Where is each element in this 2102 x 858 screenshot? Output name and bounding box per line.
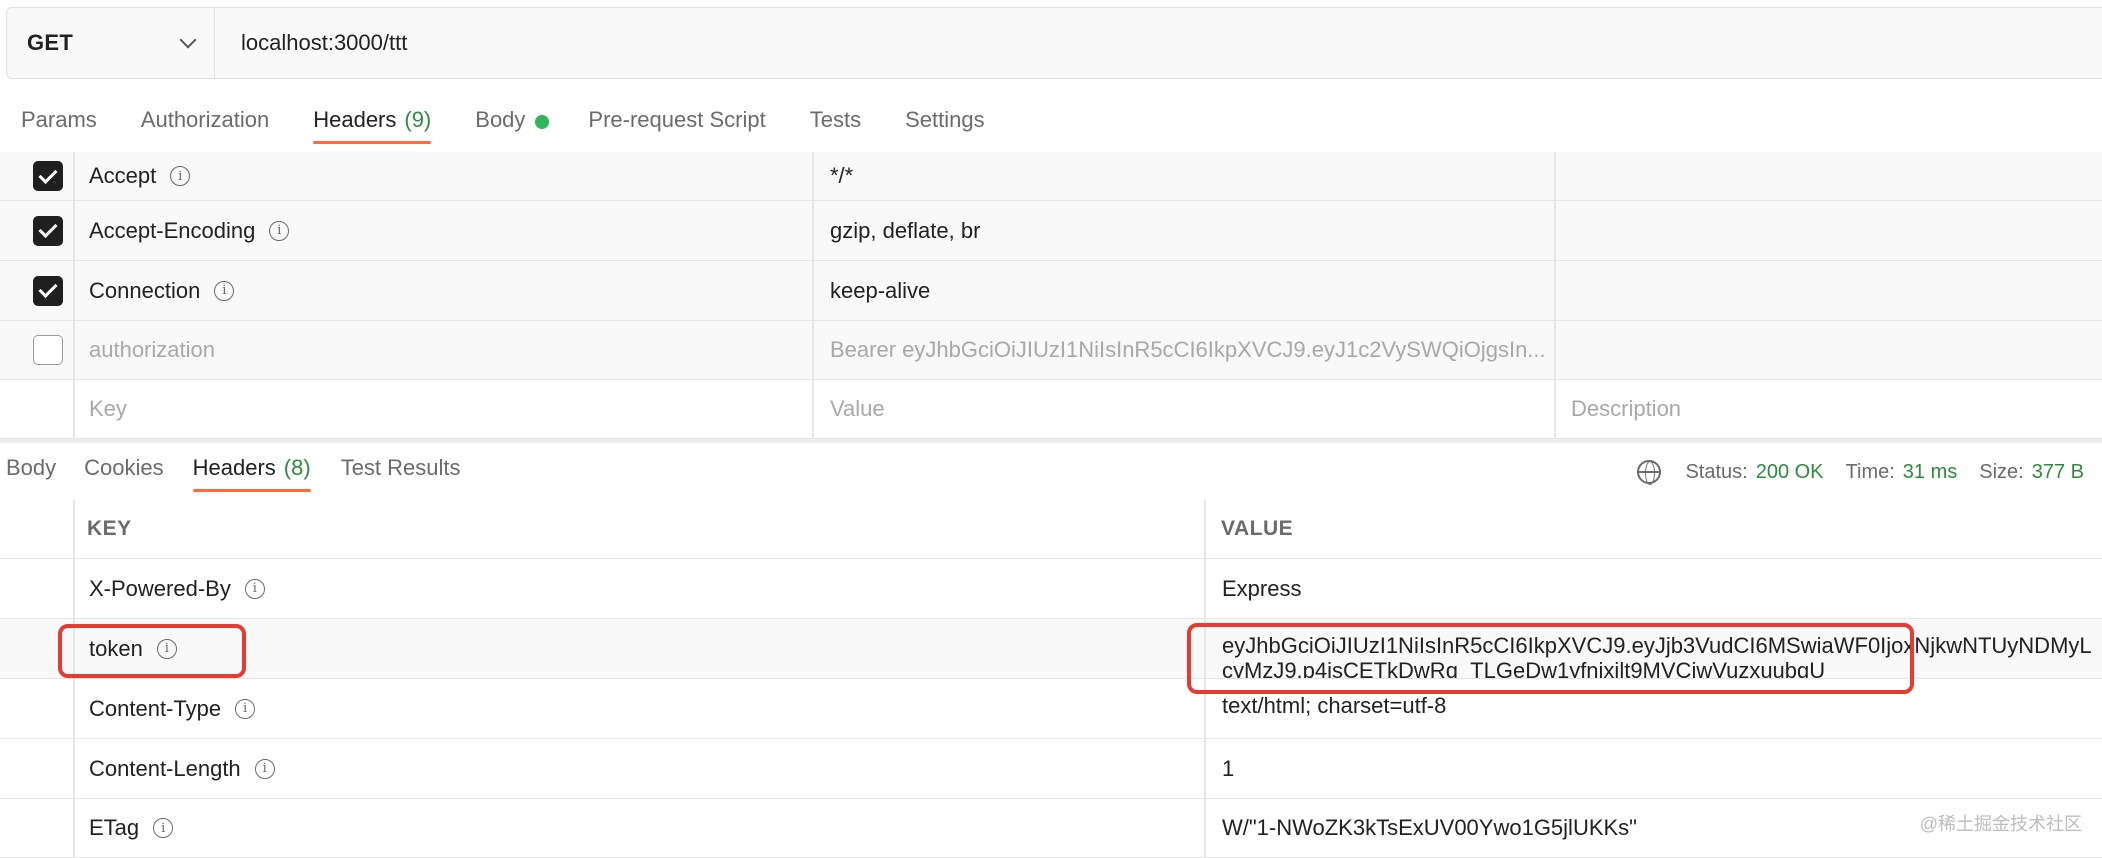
header-key: Content-Type <box>89 695 222 721</box>
table-row: X-Powered-By i Express <box>0 559 2102 619</box>
table-row: Accept i */* <box>0 152 2102 201</box>
info-icon[interactable]: i <box>244 578 265 599</box>
info-icon[interactable]: i <box>235 698 256 719</box>
value-input[interactable]: Value <box>830 396 885 422</box>
tab-body[interactable]: Body <box>475 96 550 144</box>
tab-test-results[interactable]: Test Results <box>341 444 461 492</box>
header-key: ETag <box>89 815 140 840</box>
row-checkbox[interactable] <box>33 275 63 306</box>
response-tabs: Body Cookies Headers (8) Test Results <box>0 444 461 500</box>
time-value[interactable]: 31 ms <box>1903 461 1957 484</box>
status-label: Status: <box>1685 460 1748 483</box>
tab-response-headers[interactable]: Headers (8) <box>192 444 311 492</box>
header-key[interactable]: Connection <box>89 278 200 304</box>
header-value[interactable]: */* <box>830 163 853 189</box>
headers-count: (9) <box>404 107 432 132</box>
info-icon[interactable]: i <box>214 280 235 301</box>
header-value[interactable]: keep-alive <box>830 278 930 304</box>
header-key[interactable]: Accept <box>89 163 156 189</box>
tab-pre-request-script[interactable]: Pre-request Script <box>588 96 765 144</box>
header-value: Express <box>1222 575 1302 601</box>
watermark: @稀土掘金技术社区 <box>1919 814 2082 834</box>
header-value: 1 <box>1222 755 1235 781</box>
table-row: Accept-Encoding i gzip, deflate, br <box>0 201 2102 261</box>
globe-icon[interactable] <box>1637 460 1662 485</box>
response-meta: Status: 200 OK Time: 31 ms Size: 377 B <box>1637 452 2084 492</box>
header-value: W/"1-NWoZK3kTsExUV00Ywo1G5jlUKKs" <box>1222 815 1637 840</box>
header-value[interactable]: Bearer eyJhbGciOiJIUzI1NiIsInR5cCI6IkpXV… <box>830 337 1546 363</box>
response-headers-count: (8) <box>283 455 311 480</box>
table-row: Connection i keep-alive <box>0 261 2102 321</box>
tab-params[interactable]: Params <box>21 96 97 144</box>
tab-headers[interactable]: Headers (9) <box>313 96 432 144</box>
chevron-down-icon <box>179 31 197 48</box>
size-label: Size: <box>1979 460 2024 483</box>
description-input[interactable]: Description <box>1571 396 1681 422</box>
tab-response-body[interactable]: Body <box>6 444 56 492</box>
method-select[interactable]: GET <box>7 8 215 78</box>
header-key: Content-Length <box>89 755 241 781</box>
body-indicator-dot <box>535 115 550 129</box>
tab-settings[interactable]: Settings <box>905 96 985 144</box>
time-label: Time: <box>1845 460 1895 483</box>
status-value[interactable]: 200 OK <box>1756 461 1824 484</box>
header-key: X-Powered-By <box>89 575 231 601</box>
request-tabs: Params Authorization Headers (9) Body Pre… <box>0 96 985 152</box>
key-input[interactable]: Key <box>89 396 127 422</box>
table-row: authorization Bearer eyJhbGciOiJIUzI1NiI… <box>0 321 2102 380</box>
method-label: GET <box>27 30 74 55</box>
tab-cookies[interactable]: Cookies <box>84 444 163 492</box>
request-url-bar: GET localhost:3000/ttt <box>6 7 2102 79</box>
row-checkbox[interactable] <box>33 215 63 246</box>
pane-divider[interactable] <box>0 439 2102 443</box>
tab-authorization[interactable]: Authorization <box>141 96 269 144</box>
header-key[interactable]: Accept-Encoding <box>89 218 255 244</box>
row-checkbox[interactable] <box>33 335 63 365</box>
info-icon[interactable]: i <box>170 166 191 186</box>
size-value[interactable]: 377 B <box>2032 461 2084 484</box>
header-value: text/html; charset=utf-8 <box>1222 693 1447 718</box>
table-header-row: KEY VALUE <box>0 500 2102 559</box>
table-row-new: Key Value Description <box>0 380 2102 439</box>
header-key[interactable]: authorization <box>89 337 215 363</box>
token-key-highlight <box>58 624 246 678</box>
url-input[interactable]: localhost:3000/ttt <box>215 8 407 78</box>
info-icon[interactable]: i <box>254 758 275 779</box>
table-row: ETag i W/"1-NWoZK3kTsExUV00Ywo1G5jlUKKs" <box>0 799 2102 858</box>
tab-tests[interactable]: Tests <box>810 96 861 144</box>
info-icon[interactable]: i <box>269 220 290 241</box>
token-value-highlight <box>1187 623 1914 694</box>
header-value[interactable]: gzip, deflate, br <box>830 218 980 244</box>
table-row: Content-Length i 1 <box>0 739 2102 799</box>
column-value-header: VALUE <box>1221 517 1294 540</box>
info-icon[interactable]: i <box>153 818 174 838</box>
row-checkbox[interactable] <box>33 161 63 191</box>
column-key-header: KEY <box>87 517 132 540</box>
